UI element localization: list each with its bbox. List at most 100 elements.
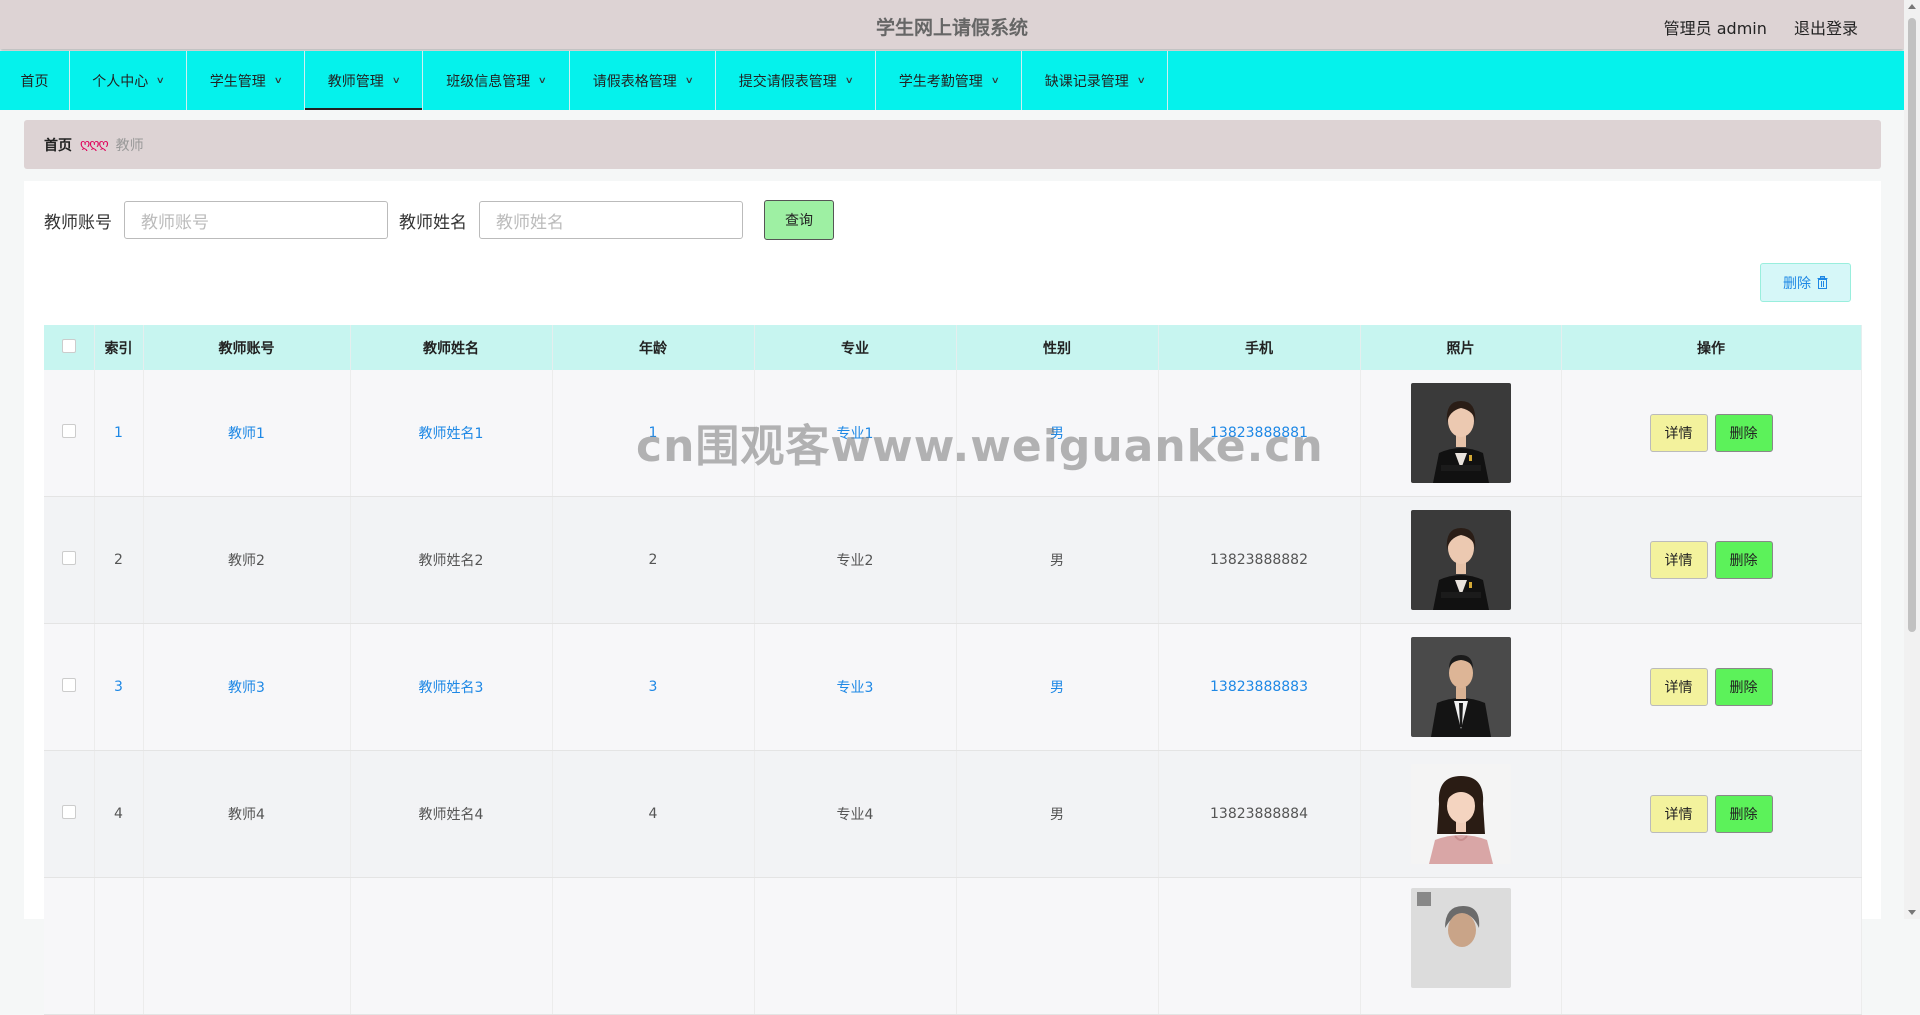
row-index: 3 xyxy=(94,623,144,751)
bulk-delete-button[interactable]: 删除 xyxy=(1760,263,1851,302)
detail-button[interactable]: 详情 xyxy=(1649,541,1708,579)
age-cell: 4 xyxy=(552,750,755,878)
detail-button[interactable]: 详情 xyxy=(1649,414,1708,452)
nav-item-class-info-management[interactable]: 班级信息管理 ∨ xyxy=(423,51,570,110)
table-row[interactable]: 1 教师1 教师姓名1 1 专业1 男 13823888881 详情 删除 xyxy=(44,370,1862,497)
select-all-checkbox[interactable] xyxy=(61,338,76,353)
chevron-down-icon: ∨ xyxy=(537,75,548,86)
teacher-name-input[interactable]: 教师姓名 xyxy=(479,201,743,239)
nav-item-student-management[interactable]: 学生管理 ∨ xyxy=(187,51,305,110)
age-cell xyxy=(552,877,755,1015)
detail-button[interactable]: 详情 xyxy=(1649,795,1708,833)
phone-cell: 13823888884 xyxy=(1158,750,1361,878)
chevron-down-icon: ∨ xyxy=(1136,75,1146,86)
teacher-name-cell: 教师姓名3 xyxy=(350,623,553,751)
delete-button[interactable]: 删除 xyxy=(1714,541,1773,579)
phone-cell: 13823888881 xyxy=(1158,370,1361,497)
row-checkbox[interactable] xyxy=(61,424,76,438)
delete-button[interactable]: 删除 xyxy=(1714,414,1773,452)
man-gray-partial-image xyxy=(1410,888,1511,988)
actions-cell: 详情 删除 xyxy=(1561,623,1862,751)
scrollbar-thumb[interactable] xyxy=(1908,18,1916,632)
actions-cell: 详情 删除 xyxy=(1561,370,1862,497)
logout-link[interactable]: 退出登录 xyxy=(1794,19,1858,38)
top-header: 学生网上请假系统 管理员 admin 退出登录 xyxy=(0,0,1904,49)
nav-item-leave-form-management[interactable]: 请假表格管理 ∨ xyxy=(570,51,716,110)
delete-button[interactable]: 删除 xyxy=(1714,795,1773,833)
phone-cell xyxy=(1158,877,1361,1015)
teacher-account-input[interactable]: 教师账号 xyxy=(124,201,388,239)
teacher-account-cell: 教师2 xyxy=(143,496,351,624)
age-cell: 3 xyxy=(552,623,755,751)
column-header: 年龄 xyxy=(552,325,755,370)
teacher-account-cell xyxy=(143,877,351,1015)
chevron-down-icon: ∨ xyxy=(990,75,1000,86)
major-cell: 专业4 xyxy=(754,750,957,878)
nav-item-teacher-management[interactable]: 教师管理 ∨ xyxy=(305,51,423,110)
gender-cell: 男 xyxy=(956,370,1159,497)
detail-button[interactable]: 详情 xyxy=(1649,668,1708,706)
nav-item-label: 提交请假表管理 xyxy=(738,73,837,90)
nav-item-home[interactable]: 首页 xyxy=(0,51,70,110)
breadcrumb-home[interactable]: 首页 xyxy=(44,135,72,155)
woman-black-blazer-image xyxy=(1410,510,1511,610)
column-header: 性别 xyxy=(956,325,1159,370)
delete-button[interactable]: 删除 xyxy=(1714,668,1773,706)
column-header: 教师账号 xyxy=(143,325,351,370)
teacher-name-cell xyxy=(350,877,553,1015)
major-cell: 专业2 xyxy=(754,496,957,624)
teacher-photo xyxy=(1410,888,1511,988)
nav-item-label: 缺课记录管理 xyxy=(1044,73,1129,90)
teacher-photo xyxy=(1410,764,1511,864)
nav-item-label: 班级信息管理 xyxy=(446,73,531,90)
table-row[interactable]: 4 教师4 教师姓名4 4 专业4 男 13823888884 详情 删除 xyxy=(44,750,1862,878)
trash-icon xyxy=(1817,276,1828,289)
nav-item-attendance-management[interactable]: 学生考勤管理 ∨ xyxy=(876,51,1022,110)
age-cell: 2 xyxy=(552,496,755,624)
nav-item-absence-record-management[interactable]: 缺课记录管理 ∨ xyxy=(1022,51,1168,110)
row-checkbox[interactable] xyxy=(61,805,76,819)
gender-cell xyxy=(956,877,1159,1015)
phone-cell: 13823888883 xyxy=(1158,623,1361,751)
chevron-down-icon: ∨ xyxy=(844,75,854,86)
photo-cell xyxy=(1360,623,1562,751)
breadcrumb: 首页 ღღღ 教师 xyxy=(24,120,1881,169)
main-content: 教师账号 教师账号 教师姓名 教师姓名 查询 删除 索引 教师账号 教师姓名 年… xyxy=(24,181,1881,1015)
gender-cell: 男 xyxy=(956,623,1159,751)
row-checkbox[interactable] xyxy=(61,551,76,565)
row-checkbox[interactable] xyxy=(61,678,76,692)
column-header: 手机 xyxy=(1158,325,1361,370)
row-index: 2 xyxy=(94,496,144,624)
chevron-down-icon: ∨ xyxy=(391,75,401,86)
teacher-name-cell: 教师姓名1 xyxy=(350,370,553,497)
table-row[interactable]: 2 教师2 教师姓名2 2 专业2 男 13823888882 详情 删除 xyxy=(44,496,1862,624)
chevron-down-icon: ∨ xyxy=(155,75,166,86)
teacher-table: 索引 教师账号 教师姓名 年龄 专业 性别 手机 照片 操作 1 教师1 教师姓… xyxy=(44,325,1862,1015)
search-form: 教师账号 教师账号 教师姓名 教师姓名 查询 xyxy=(44,200,834,240)
query-button[interactable]: 查询 xyxy=(764,200,834,240)
scroll-up-arrow-icon[interactable] xyxy=(1908,4,1916,9)
column-header: 索引 xyxy=(94,325,144,370)
photo-cell xyxy=(1360,750,1562,878)
teacher-account-label: 教师账号 xyxy=(44,212,112,233)
row-index: 4 xyxy=(94,750,144,878)
teacher-name-cell: 教师姓名4 xyxy=(350,750,553,878)
table-header-row: 索引 教师账号 教师姓名 年龄 专业 性别 手机 照片 操作 xyxy=(44,325,1862,370)
column-header: 照片 xyxy=(1360,325,1562,370)
nav-item-label: 学生考勤管理 xyxy=(898,73,983,90)
nav-item-label: 教师管理 xyxy=(327,73,384,90)
app-title: 学生网上请假系统 xyxy=(875,17,1028,39)
select-all-header[interactable] xyxy=(44,325,95,370)
bulk-delete-label: 删除 xyxy=(1783,275,1811,292)
nav-item-personal-center[interactable]: 个人中心 ∨ xyxy=(70,51,187,110)
table-row[interactable] xyxy=(44,877,1862,1015)
table-row[interactable]: 3 教师3 教师姓名3 3 专业3 男 13823888883 详情 删除 xyxy=(44,623,1862,751)
main-nav: 首页 个人中心 ∨ 学生管理 ∨ 教师管理 ∨ 班级信息管理 ∨ 请假表格管理 ∨ 提交请… xyxy=(0,51,1904,110)
user-area: 管理员 admin 退出登录 xyxy=(1642,15,1858,39)
scroll-down-arrow-icon[interactable] xyxy=(1908,910,1916,915)
vertical-scrollbar[interactable] xyxy=(1904,0,1920,919)
phone-cell: 13823888882 xyxy=(1158,496,1361,624)
nav-item-submit-leave-management[interactable]: 提交请假表管理 ∨ xyxy=(716,51,876,110)
nav-item-label: 学生管理 xyxy=(209,73,266,90)
breadcrumb-current: 教师 xyxy=(115,137,144,154)
